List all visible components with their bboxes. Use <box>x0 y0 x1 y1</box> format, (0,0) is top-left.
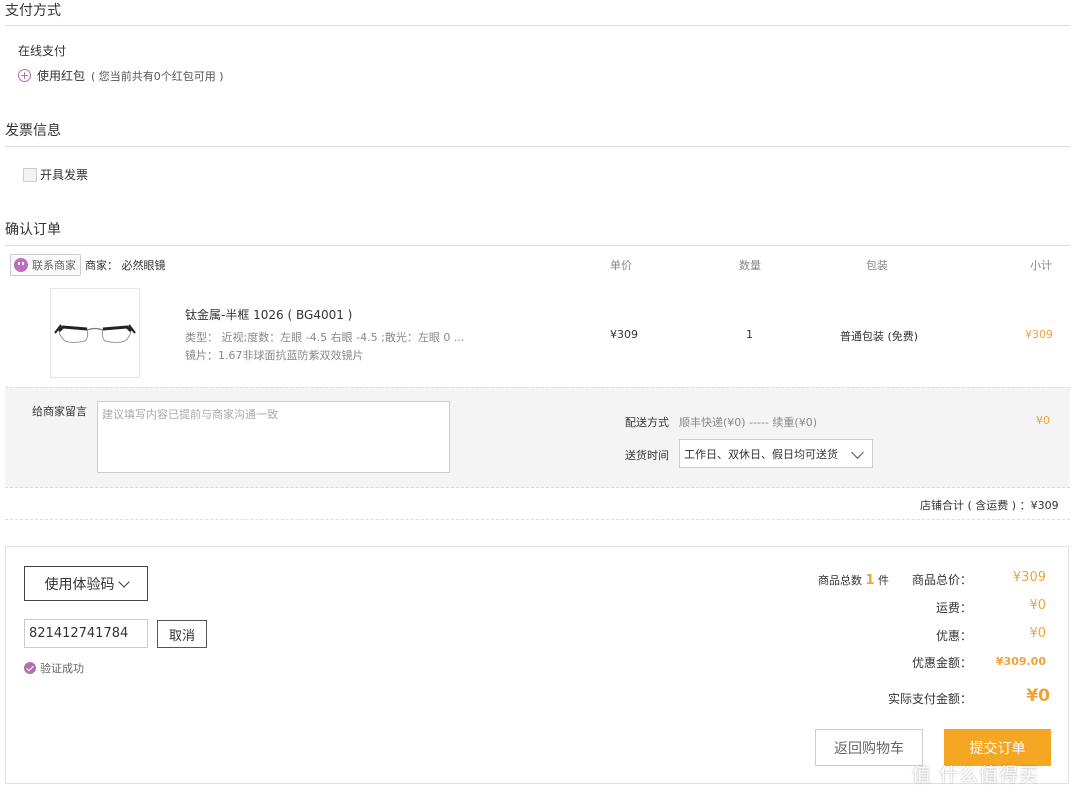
back-to-cart-label: 返回购物车 <box>834 740 904 757</box>
discount-value: ¥0 <box>1029 626 1046 641</box>
watermark-logo: 值 什么值得买 <box>912 764 1040 786</box>
open-invoice-label: 开具发票 <box>40 168 89 182</box>
back-to-cart-button[interactable]: 返回购物车 <box>815 729 923 766</box>
item-package: 普通包装 (免费) <box>840 330 919 343</box>
delivery-label: 配送方式 <box>625 416 669 429</box>
item-quantity: 1 <box>746 328 753 341</box>
delivery-time-value: 工作日、双休日、假日均可送货 <box>684 447 838 461</box>
open-invoice-checkbox[interactable] <box>23 167 37 182</box>
invoice-section-title: 发票信息 <box>5 123 61 139</box>
item-count: 商品总数 1 件 <box>818 572 889 588</box>
plus-circle-icon: + <box>18 69 31 82</box>
cancel-code-label: 取消 <box>168 628 195 644</box>
col-subtotal: 小计 <box>1030 259 1052 272</box>
delivery-time-select[interactable]: 工作日、双休日、假日均可送货 <box>679 439 873 468</box>
col-unit-price: 单价 <box>610 259 632 272</box>
payment-section-title: 支付方式 <box>5 3 61 19</box>
item-count-suffix: 件 <box>878 574 890 587</box>
use-redpacket-toggle[interactable]: + 使用红包 ( 您当前共有0个红包可用 ) <box>18 67 224 84</box>
payment-divider <box>5 25 1070 26</box>
use-code-button[interactable]: 使用体验码 <box>24 566 148 601</box>
col-package: 包装 <box>866 259 888 272</box>
product-lens: 镜片：1.67非球面抗蓝防紫双效镜片 <box>185 349 364 362</box>
discount-amount-label: 优惠金额： <box>911 656 972 670</box>
discount-amount-value: ¥309.00 <box>995 655 1046 668</box>
glasses-icon <box>54 324 136 343</box>
contact-merchant-label: 联系商家 <box>32 259 76 272</box>
message-placeholder: 建议填写内容已提前与商家沟通一致 <box>102 408 278 421</box>
open-invoice-option[interactable]: 开具发票 <box>23 166 88 183</box>
store-total-divider <box>5 519 1070 521</box>
goods-total-label: 商品总价： <box>911 573 972 587</box>
verify-status: 验证成功 <box>24 660 84 676</box>
goods-total-value: ¥309 <box>1012 570 1046 585</box>
message-textarea[interactable]: 建议填写内容已提前与商家沟通一致 <box>97 401 450 473</box>
contact-merchant-button[interactable]: 联系商家 <box>10 254 81 276</box>
redpacket-note: ( 您当前共有0个红包可用 ) <box>91 69 224 83</box>
order-divider <box>5 245 1070 246</box>
use-redpacket-label: 使用红包 <box>37 69 86 83</box>
shipping-label: 运费： <box>935 601 972 615</box>
col-quantity: 数量 <box>739 259 761 272</box>
item-subtotal: ¥309 <box>1025 328 1053 341</box>
invoice-divider <box>5 146 1070 147</box>
code-input-value: 821412741784 <box>29 626 129 641</box>
delivery-value: 顺丰快递(¥0) ----- 续重(¥0) <box>679 416 817 429</box>
shipping-value: ¥0 <box>1029 598 1046 613</box>
submit-order-label: 提交订单 <box>969 740 1026 757</box>
item-unit-price: ¥309 <box>610 328 638 341</box>
item-count-value: 1 <box>865 573 875 588</box>
product-image[interactable] <box>50 288 140 378</box>
message-label: 给商家留言 <box>32 405 87 418</box>
chat-bubble-icon <box>14 258 28 272</box>
merchant-name: 商家： 必然眼镜 <box>85 259 166 272</box>
store-total: 店铺合计 ( 含运费 ) ：¥309 <box>920 499 1059 512</box>
pay-amount-label: 实际支付金额： <box>887 692 972 706</box>
item-count-prefix: 商品总数 <box>818 574 862 587</box>
discount-label: 优惠： <box>935 629 972 643</box>
order-section-title: 确认订单 <box>5 222 61 238</box>
delivery-time-label: 送货时间 <box>625 449 669 462</box>
code-input[interactable]: 821412741784 <box>24 619 148 648</box>
merchant-header: 联系商家 商家： 必然眼镜 <box>10 254 166 276</box>
online-payment-label: 在线支付 <box>18 44 67 58</box>
chevron-down-icon <box>117 575 130 588</box>
check-circle-icon <box>24 662 36 674</box>
cancel-code-button[interactable]: 取消 <box>157 620 207 648</box>
product-spec: 类型： 近视;度数：左眼 -4.5 右眼 -4.5 ;散光：左眼 0 ... <box>185 331 465 344</box>
product-name[interactable]: 钛金属-半框 1026 ( BG4001 ) <box>185 306 352 323</box>
verify-status-label: 验证成功 <box>40 662 84 675</box>
use-code-label: 使用体验码 <box>44 576 115 593</box>
chevron-down-icon <box>851 446 864 459</box>
delivery-fee: ¥0 <box>1036 414 1050 427</box>
pay-amount-value: ¥0 <box>1026 686 1050 706</box>
